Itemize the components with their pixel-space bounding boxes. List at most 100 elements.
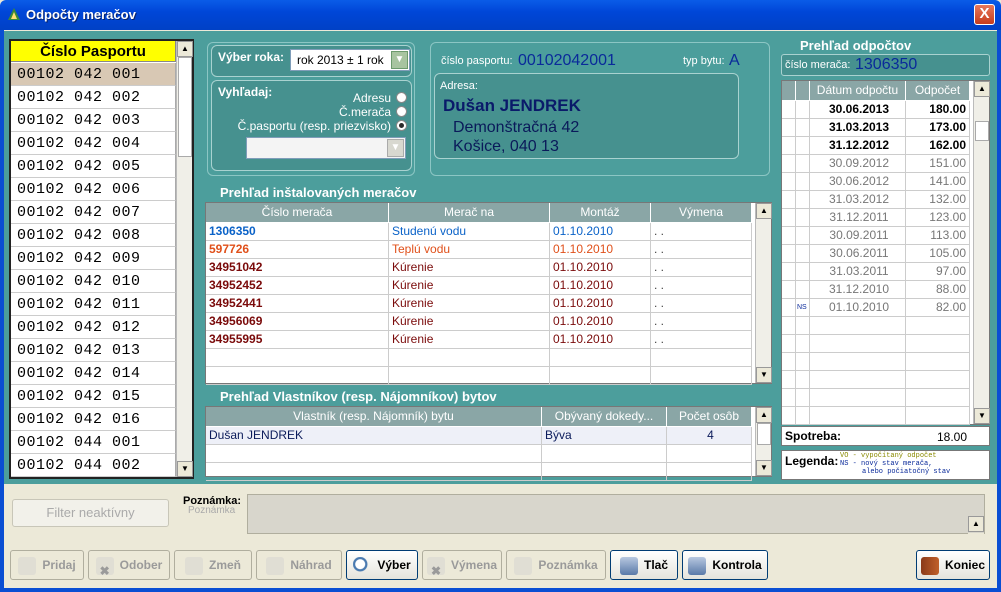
readings-value[interactable] — [906, 371, 970, 389]
meters-cell[interactable]: 34951042 — [206, 259, 389, 277]
add-button[interactable]: Pridaj — [10, 550, 84, 580]
readings-value[interactable] — [906, 407, 970, 425]
owners-cell[interactable]: Býva — [542, 427, 667, 445]
meters-cell[interactable]: 01.10.2010 — [550, 223, 651, 241]
owners-header-2[interactable]: Počet osôb — [667, 407, 752, 426]
readings-date[interactable] — [810, 353, 906, 371]
pasport-list-item[interactable]: 00102 042 015 — [11, 385, 176, 408]
filter-button[interactable]: Filter neaktívny — [12, 499, 169, 527]
meters-cell[interactable]: . . — [651, 331, 752, 349]
owners-cell[interactable] — [667, 463, 752, 481]
scroll-up-icon[interactable]: ▲ — [974, 81, 990, 97]
scroll-down-icon[interactable]: ▼ — [756, 460, 772, 476]
scroll-up-icon[interactable]: ▲ — [968, 516, 984, 532]
meters-cell[interactable]: . . — [651, 241, 752, 259]
meters-cell[interactable]: 34956069 — [206, 313, 389, 331]
scroll-down-icon[interactable]: ▼ — [177, 461, 193, 477]
readings-value[interactable]: 162.00 — [906, 137, 970, 155]
readings-date[interactable]: 31.03.2011 — [810, 263, 906, 281]
pasport-list-item[interactable]: 00102 042 006 — [11, 178, 176, 201]
pasport-list-item[interactable]: 00102 044 001 — [11, 431, 176, 454]
owners-grid[interactable]: Vlastník (resp. Nájomník) bytu Obývaný do… — [205, 406, 772, 481]
pasport-list-item[interactable]: 00102 042 010 — [11, 270, 176, 293]
pasport-list-item[interactable]: 00102 042 007 — [11, 201, 176, 224]
meters-cell[interactable]: . . — [651, 259, 752, 277]
readings-scrollbar[interactable]: ▲ ▼ — [973, 81, 990, 424]
meters-scrollbar[interactable]: ▲ ▼ — [755, 203, 772, 383]
readings-value[interactable]: 180.00 — [906, 101, 970, 119]
pasport-list-item[interactable]: 00102 042 011 — [11, 293, 176, 316]
note-input[interactable]: ▲ — [247, 494, 985, 534]
pasport-list-scrollbar[interactable]: ▲ ▼ — [176, 41, 193, 477]
note-button[interactable]: Poznámka — [506, 550, 606, 580]
scroll-up-icon[interactable]: ▲ — [756, 203, 772, 219]
meters-cell[interactable]: 34952441 — [206, 295, 389, 313]
readings-value[interactable] — [906, 389, 970, 407]
scroll-thumb[interactable] — [975, 121, 989, 141]
chevron-down-icon[interactable]: ▼ — [387, 139, 404, 157]
pasport-list-item[interactable]: 00102 042 013 — [11, 339, 176, 362]
scroll-up-icon[interactable]: ▲ — [177, 41, 193, 57]
readings-date[interactable]: 30.06.2013 — [810, 101, 906, 119]
readings-date[interactable]: 31.03.2013 — [810, 119, 906, 137]
readings-value[interactable]: 97.00 — [906, 263, 970, 281]
pasport-list-item[interactable]: 00102 042 009 — [11, 247, 176, 270]
readings-value[interactable]: 113.00 — [906, 227, 970, 245]
readings-value[interactable]: 173.00 — [906, 119, 970, 137]
meters-cell[interactable]: 01.10.2010 — [550, 331, 651, 349]
owners-cell[interactable] — [667, 445, 752, 463]
meters-cell[interactable]: 01.10.2010 — [550, 241, 651, 259]
search-opt-merac-radio[interactable] — [396, 106, 407, 117]
pasport-list[interactable]: Číslo Pasportu 00102 042 001 00102 042 00… — [9, 39, 194, 479]
meters-cell[interactable]: Kúrenie — [389, 313, 550, 331]
readings-date[interactable]: 31.12.2011 — [810, 209, 906, 227]
readings-value[interactable]: 88.00 — [906, 281, 970, 299]
exchange-button[interactable]: ✖ Výmena — [422, 550, 502, 580]
owners-cell[interactable] — [542, 463, 667, 481]
pasport-list-item[interactable]: 00102 044 002 — [11, 454, 176, 477]
scroll-thumb[interactable] — [757, 423, 771, 445]
meters-cell[interactable]: Studenú vodu — [389, 223, 550, 241]
meters-cell[interactable] — [206, 367, 389, 385]
meters-cell[interactable]: . . — [651, 313, 752, 331]
readings-value[interactable]: 123.00 — [906, 209, 970, 227]
readings-date[interactable]: 30.06.2011 — [810, 245, 906, 263]
meters-cell[interactable]: Kúrenie — [389, 259, 550, 277]
owners-cell[interactable] — [206, 463, 542, 481]
readings-date[interactable] — [810, 317, 906, 335]
pasport-list-item[interactable]: 00102 042 008 — [11, 224, 176, 247]
remove-button[interactable]: ✖ Odober — [88, 550, 170, 580]
select-button[interactable]: Výber — [346, 550, 418, 580]
readings-date[interactable] — [810, 389, 906, 407]
pasport-list-item[interactable]: 00102 042 002 — [11, 86, 176, 109]
year-select[interactable]: rok 2013 ± 1 rok ▼ — [290, 49, 410, 71]
meters-cell[interactable]: 01.10.2010 — [550, 313, 651, 331]
meters-cell[interactable]: . . — [651, 223, 752, 241]
meters-cell[interactable] — [651, 367, 752, 385]
readings-value[interactable]: 82.00 — [906, 299, 970, 317]
readings-value[interactable] — [906, 317, 970, 335]
meters-cell[interactable]: 1306350 — [206, 223, 389, 241]
meters-cell[interactable]: 597726 — [206, 241, 389, 259]
readings-date[interactable]: 30.09.2011 — [810, 227, 906, 245]
meters-cell[interactable]: Teplú vodu — [389, 241, 550, 259]
search-opt-adresa-radio[interactable] — [396, 92, 407, 103]
readings-date[interactable]: 01.10.2010 — [810, 299, 906, 317]
meters-cell[interactable] — [550, 367, 651, 385]
readings-grid[interactable]: Dátum odpočtu Odpočet 30.06.2013 180.00 31… — [781, 80, 990, 425]
readings-date[interactable] — [810, 407, 906, 425]
owners-cell[interactable] — [542, 445, 667, 463]
replace-button[interactable]: Náhrad — [256, 550, 342, 580]
meters-cell[interactable]: 34955995 — [206, 331, 389, 349]
owners-header-1[interactable]: Obývaný dokedy... — [542, 407, 667, 426]
owners-cell[interactable]: Dušan JENDREK — [206, 427, 542, 445]
meters-cell[interactable] — [651, 349, 752, 367]
readings-value[interactable]: 141.00 — [906, 173, 970, 191]
meters-header-0[interactable]: Číslo merača — [206, 203, 389, 222]
pasport-list-item[interactable]: 00102 042 014 — [11, 362, 176, 385]
meters-cell[interactable]: 34952452 — [206, 277, 389, 295]
meters-header-1[interactable]: Merač na — [389, 203, 550, 222]
meters-cell[interactable]: Kúrenie — [389, 277, 550, 295]
readings-date[interactable]: 31.12.2012 — [810, 137, 906, 155]
pasport-list-item[interactable]: 00102 042 016 — [11, 408, 176, 431]
